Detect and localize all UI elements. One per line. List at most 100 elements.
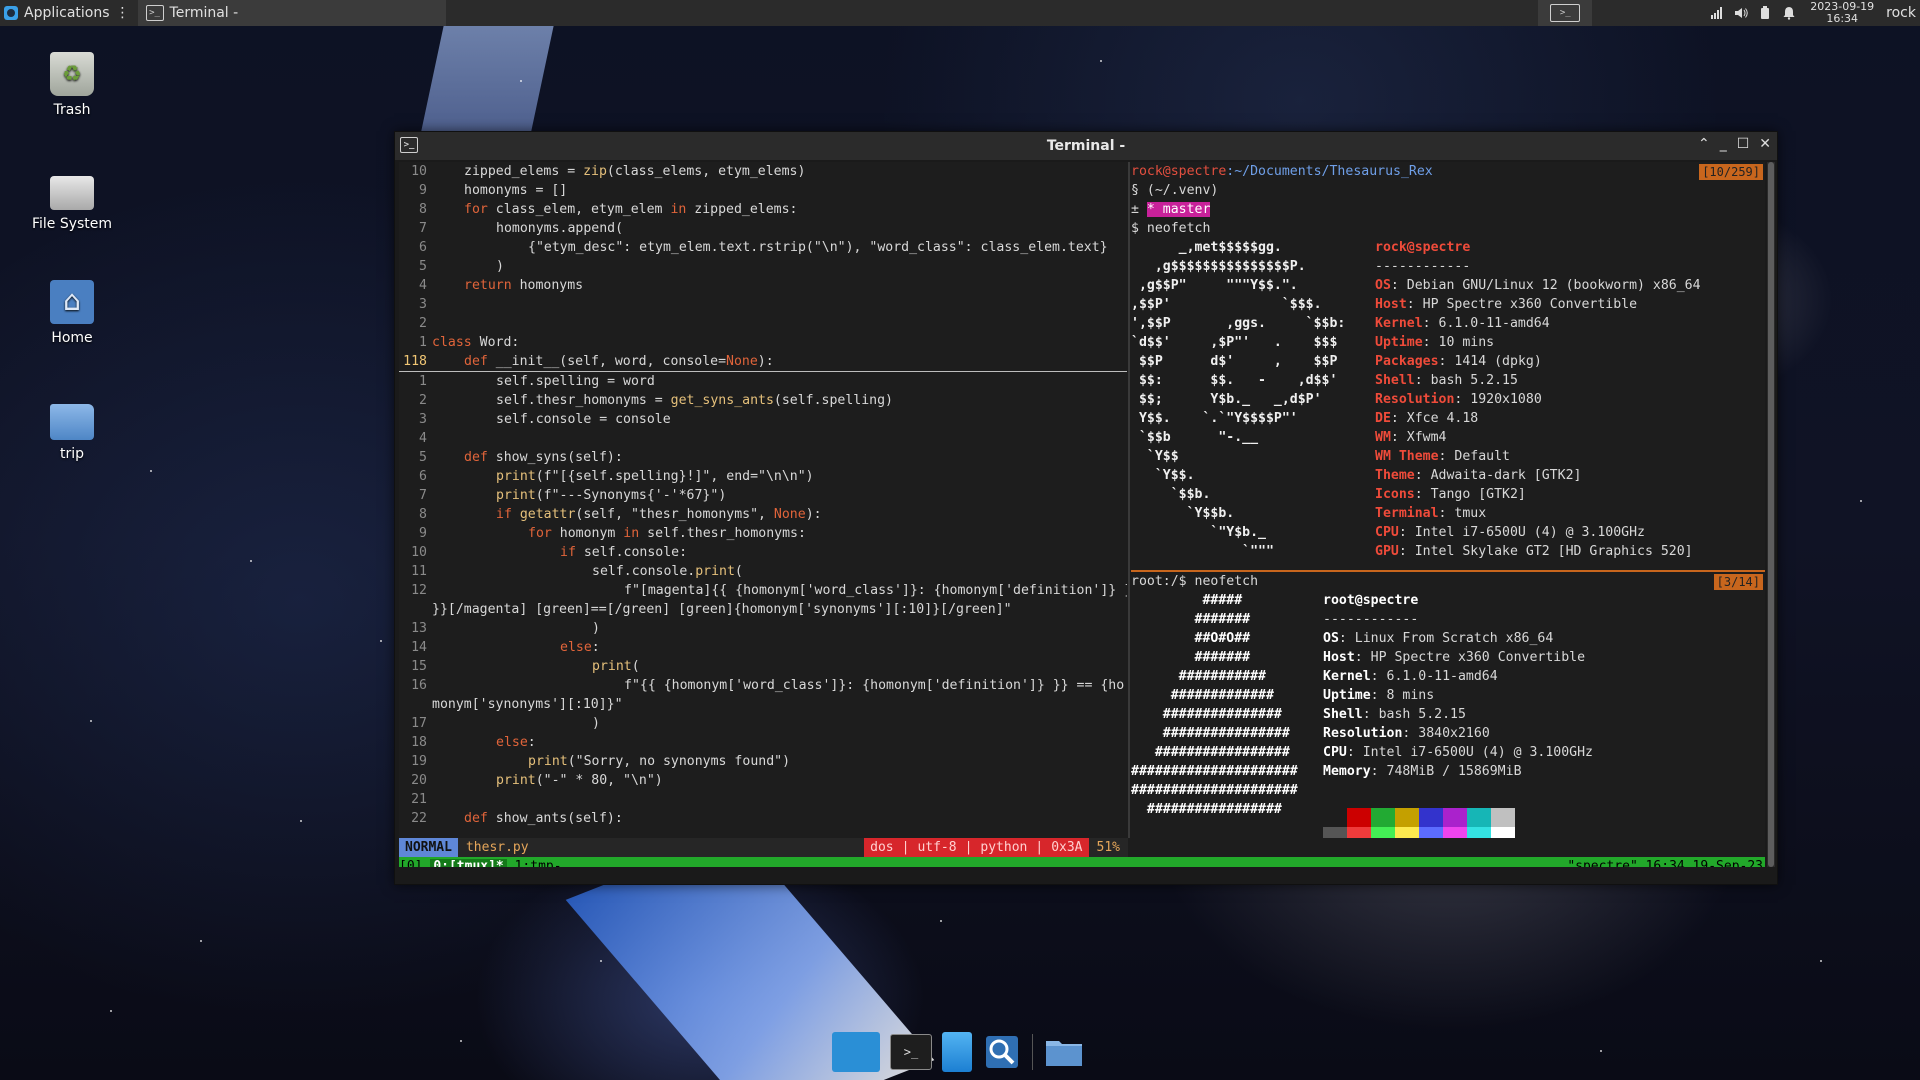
- line-number: 19: [411, 754, 427, 769]
- shade-button[interactable]: ⌃: [1698, 136, 1710, 152]
- code-text: for class_elem, etym_elem in zipped_elem…: [464, 202, 798, 217]
- vim-pane[interactable]: 10 zipped_elems = zip(class_elems, etym_e…: [399, 162, 1127, 838]
- tmux-window[interactable]: 1:tmp-: [515, 859, 562, 867]
- terminal-icon: >_: [400, 137, 418, 153]
- top-panel: Applications ⋮ >_ Terminal - >_ 2023-09-…: [0, 0, 1920, 26]
- editor-line: 14 else:: [399, 638, 1127, 657]
- workspace-switcher[interactable]: >_: [1538, 0, 1593, 26]
- info-value: Xfce 4.18: [1406, 411, 1479, 426]
- app-finder-icon[interactable]: [982, 1032, 1022, 1072]
- scrollbar-thumb[interactable]: [1768, 162, 1774, 867]
- editor-line: 17): [399, 714, 1127, 733]
- user-menu[interactable]: rock: [1880, 5, 1920, 21]
- desktop-icon-trip[interactable]: trip: [22, 396, 122, 462]
- battery-icon[interactable]: [1758, 6, 1772, 20]
- info-value: 8 mins: [1386, 688, 1435, 703]
- neofetch-info: rock@spectre ------------ OS: Debian GNU…: [1375, 238, 1701, 561]
- code-text: }}[/magenta] [green]==[/green] [green]{h…: [432, 602, 1012, 617]
- line-number: 9: [419, 183, 427, 198]
- volume-icon[interactable]: [1734, 6, 1748, 20]
- info-key: Memory: [1323, 764, 1371, 779]
- palette-swatch: [1443, 827, 1467, 838]
- info-value: Linux From Scratch x86_64: [1354, 631, 1554, 646]
- taskbar-terminal-button[interactable]: >_ Terminal -: [137, 0, 446, 26]
- info-value: 3840x2160: [1418, 726, 1490, 741]
- code-text: print(: [592, 659, 640, 674]
- info-value: 1920x1080: [1470, 392, 1542, 407]
- editor-line: 12 f"[magenta]{{ {homonym['word_class']}:…: [399, 581, 1127, 600]
- editor-line: 9 homonyms = []: [399, 181, 1127, 200]
- line-number: 9: [419, 526, 427, 541]
- info-key: CPU: [1375, 525, 1399, 540]
- network-icon[interactable]: [1710, 6, 1724, 20]
- neofetch-info-row: Resolution: 3840x2160: [1323, 726, 1490, 741]
- venv-indicator: § (~/.venv): [1131, 183, 1219, 198]
- info-key: Host: [1323, 650, 1355, 665]
- line-number: 4: [419, 431, 427, 446]
- clock[interactable]: 2023-09-19 16:34: [1804, 1, 1880, 25]
- menu-separator-icon: ⋮: [115, 5, 130, 21]
- neofetch-info-row: Kernel: 6.1.0-11-amd64: [1323, 669, 1498, 684]
- desktop-icon-trash[interactable]: Trash: [22, 52, 122, 118]
- editor-line: 6 print(f"[{self.spelling}!]", end="\n\n"…: [399, 467, 1127, 486]
- info-key: OS: [1375, 278, 1391, 293]
- line-number: 16: [411, 678, 427, 693]
- lfs-ascii-logo: ##### ####### ##O#O## ####### ##########…: [1131, 593, 1298, 817]
- maximize-button[interactable]: ☐: [1737, 136, 1750, 152]
- desktop-icon-label: Trash: [53, 102, 91, 118]
- code-text: ): [592, 621, 600, 636]
- info-key: DE: [1375, 411, 1391, 426]
- info-value: Tango [GTK2]: [1430, 487, 1526, 502]
- vim-fileinfo: dos | utf-8 | python | 0x3A: [864, 838, 1089, 857]
- file-manager-launcher-icon[interactable]: [942, 1032, 972, 1072]
- window-title: Terminal -: [1046, 138, 1126, 154]
- vim-mode: NORMAL: [399, 838, 458, 857]
- terminal-content[interactable]: 10 zipped_elems = zip(class_elems, etym_e…: [399, 162, 1765, 867]
- shell-pane-bottom[interactable]: [3/14] root:/$ neofetch ##### ####### ##…: [1131, 572, 1765, 838]
- desktop-icon-file-system[interactable]: File System: [22, 166, 122, 232]
- git-branch: * master: [1146, 202, 1211, 217]
- editor-line: 5): [399, 257, 1127, 276]
- info-key: Resolution: [1323, 726, 1403, 741]
- close-button[interactable]: ✕: [1759, 136, 1771, 152]
- code-text: def __init__(self, word, console=None):: [464, 354, 774, 369]
- neofetch-separator: ------------: [1323, 612, 1419, 627]
- line-number: 2: [419, 316, 427, 331]
- info-key: CPU: [1323, 745, 1347, 760]
- editor-line: 2 self.thesr_homonyms = get_syns_ants(sel…: [399, 391, 1127, 410]
- info-value: 1414 (dpkg): [1454, 354, 1542, 369]
- vim-fileformat: dos: [870, 840, 894, 855]
- neofetch-info-row: OS: Debian GNU/Linux 12 (bookworm) x86_6…: [1375, 278, 1701, 293]
- window-titlebar[interactable]: >_ Terminal - ⌃ _ ☐ ✕: [395, 132, 1777, 160]
- terminal-launcher-icon[interactable]: >_: [890, 1034, 932, 1070]
- notification-bell-icon[interactable]: [1782, 6, 1796, 20]
- line-number: 20: [411, 773, 427, 788]
- desktop-icon-label: trip: [59, 446, 85, 462]
- palette-swatch: [1347, 808, 1371, 827]
- line-number: 18: [411, 735, 427, 750]
- info-value: Xfwm4: [1406, 430, 1447, 445]
- git-branch-line: ± * master: [1131, 200, 1765, 219]
- folder-launcher-icon[interactable]: [1043, 1032, 1085, 1072]
- show-desktop-icon[interactable]: [832, 1032, 880, 1072]
- editor-line: 13): [399, 619, 1127, 638]
- tmux-status-bar: [0] 0:[tmux]* 1:tmp- "spectre" 16:34 19-…: [399, 857, 1765, 867]
- editor-line: 6 {"etym_desc": etym_elem.text.rstrip("\n…: [399, 238, 1127, 257]
- shell-pane-top[interactable]: [10/259] rock@spectre:~/Documents/Thesau…: [1131, 162, 1765, 570]
- tmux-window-active[interactable]: 0:[tmux]*: [430, 859, 507, 867]
- info-value: 6.1.0-11-amd64: [1438, 316, 1550, 331]
- applications-menu-button[interactable]: Applications ⋮: [0, 0, 138, 26]
- code-text: class Word:: [432, 335, 520, 350]
- terminal-scrollbar[interactable]: [1767, 162, 1775, 867]
- line-number: 5: [419, 450, 427, 465]
- vim-statusline: NORMAL thesr.py dos | utf-8 | python | 0x3A…: [399, 838, 1128, 857]
- desktop-icon-home[interactable]: Home: [22, 280, 122, 346]
- editor-line: 9 for homonym in self.thesr_homonyms:: [399, 524, 1127, 543]
- info-key: Theme: [1375, 468, 1415, 483]
- line-number: 1: [419, 335, 427, 350]
- xfce-logo-icon: [4, 6, 18, 20]
- info-value: tmux: [1454, 506, 1487, 521]
- minimize-button[interactable]: _: [1720, 136, 1727, 152]
- pane-divider[interactable]: [1128, 162, 1130, 838]
